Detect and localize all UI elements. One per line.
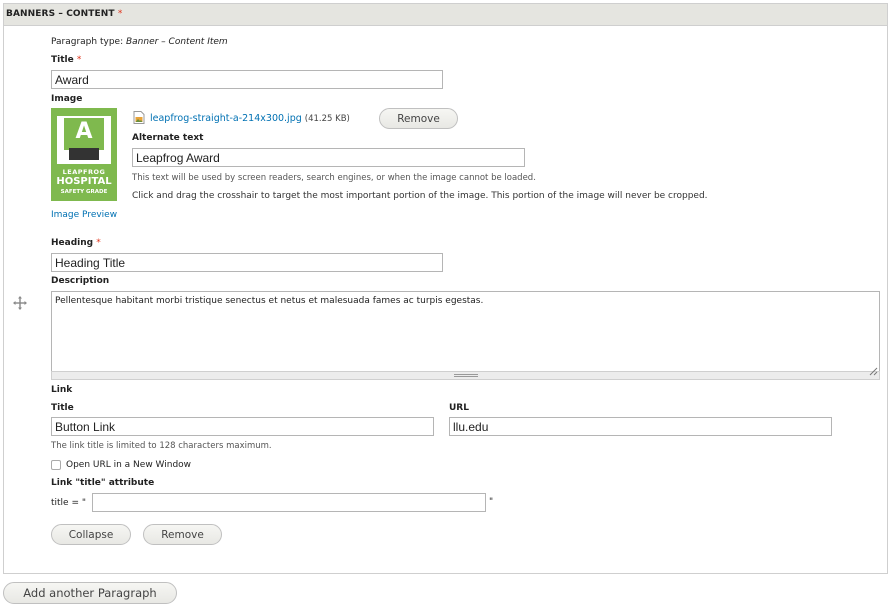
crop-help: Click and drag the crosshair to target t… [132, 191, 708, 201]
new-window-label: Open URL in a New Window [66, 460, 192, 470]
panel-title-text: BANNERS – CONTENT [6, 9, 115, 19]
required-mark: * [96, 238, 101, 248]
description-label: Description [51, 276, 110, 286]
image-preview-link[interactable]: Image Preview [51, 210, 117, 220]
title-label: Title * [51, 55, 81, 65]
grippie-lines [454, 374, 478, 377]
description-textarea[interactable]: Pellentesque habitant morbi tristique se… [51, 291, 880, 372]
required-mark: * [76, 55, 82, 65]
resize-handle-icon[interactable] [869, 361, 878, 376]
required-mark: * [117, 9, 123, 19]
heading-label-text: Heading [51, 238, 94, 248]
file-info: leapfrog-straight-a-214x300.jpg (41.25 K… [150, 113, 350, 124]
alt-text-input[interactable] [132, 148, 525, 167]
link-title-help: The link title is limited to 128 charact… [51, 441, 272, 451]
alt-text-label: Alternate text [132, 133, 204, 143]
thumbnail-bar [69, 148, 99, 160]
link-attr-suffix: " [489, 497, 494, 507]
link-title-label: Title [51, 403, 74, 413]
paragraph-remove-button[interactable]: Remove [143, 524, 222, 545]
link-label: Link [51, 385, 73, 395]
heading-input[interactable] [51, 253, 443, 272]
thumbnail-line1: LEAPFROG [62, 168, 106, 176]
paragraph-type-value: Banner – Content Item [125, 37, 228, 47]
title-input[interactable] [51, 70, 443, 89]
link-attr-input[interactable] [92, 493, 486, 512]
paragraph-type-label: Paragraph type: [51, 37, 124, 47]
link-attr-prefix: title = " [51, 498, 86, 508]
add-paragraph-button[interactable]: Add another Paragraph [3, 582, 177, 604]
panel-title: BANNERS – CONTENT * [6, 9, 123, 19]
thumbnail-grade: A [64, 118, 104, 150]
image-remove-button[interactable]: Remove [379, 108, 458, 129]
new-window-checkbox[interactable] [51, 460, 61, 470]
link-title-input[interactable] [51, 417, 434, 436]
image-file-icon [133, 109, 145, 124]
link-url-label: URL [449, 403, 469, 413]
paragraph-type: Paragraph type: Banner – Content Item [51, 37, 228, 47]
alt-text-help: This text will be used by screen readers… [132, 173, 536, 183]
thumbnail-line2: HOSPITAL [56, 176, 112, 187]
collapse-button[interactable]: Collapse [51, 524, 131, 545]
thumbnail-line3: SAFETY GRADE [60, 189, 108, 195]
file-size: (41.25 KB) [304, 114, 350, 124]
link-attr-label: Link "title" attribute [51, 478, 155, 488]
image-thumbnail: A LEAPFROG HOSPITAL SAFETY GRADE [51, 108, 117, 201]
link-url-input[interactable] [449, 417, 832, 436]
textarea-grippie[interactable] [51, 371, 880, 380]
image-label: Image [51, 94, 83, 104]
file-name-link[interactable]: leapfrog-straight-a-214x300.jpg [150, 113, 302, 124]
title-label-text: Title [51, 55, 74, 65]
move-icon[interactable] [13, 295, 27, 310]
panel-header [3, 3, 888, 26]
heading-label: Heading * [51, 238, 101, 248]
